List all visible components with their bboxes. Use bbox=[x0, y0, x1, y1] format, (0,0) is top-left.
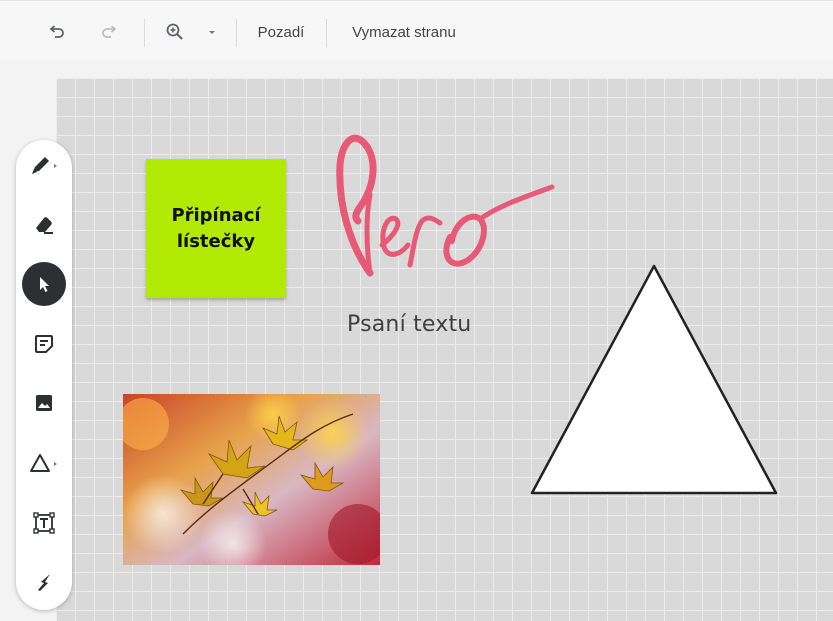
redo-icon bbox=[102, 25, 117, 38]
pen-tool[interactable] bbox=[22, 143, 66, 187]
sticky-note[interactable]: Připínací lístečky bbox=[146, 159, 286, 298]
zoom-in-icon bbox=[166, 23, 183, 40]
redo-button[interactable] bbox=[92, 15, 126, 49]
shape-tool[interactable] bbox=[22, 441, 66, 485]
text-box-tool[interactable] bbox=[22, 501, 66, 545]
tool-palette bbox=[16, 140, 72, 610]
eraser-tool[interactable] bbox=[22, 203, 66, 247]
image-tool[interactable] bbox=[22, 381, 66, 425]
laser-tool[interactable] bbox=[22, 560, 66, 604]
eraser-icon bbox=[36, 217, 53, 234]
laser-icon bbox=[38, 574, 50, 591]
sticky-note-line-1: Připínací bbox=[171, 204, 261, 226]
handwriting-pen-stroke[interactable] bbox=[330, 125, 560, 280]
toolbar-divider bbox=[326, 19, 327, 47]
zoom-button[interactable] bbox=[160, 15, 190, 49]
caret-down-icon bbox=[209, 31, 215, 34]
text-box-icon bbox=[33, 512, 55, 534]
toolbar-divider bbox=[144, 19, 145, 47]
toolbar-divider bbox=[236, 19, 237, 47]
text-object[interactable]: Psaní textu bbox=[347, 312, 471, 337]
cursor-arrow-icon bbox=[40, 277, 49, 292]
pen-icon bbox=[32, 157, 57, 174]
autumn-leaves-image[interactable] bbox=[123, 394, 380, 565]
sticky-note-tool[interactable] bbox=[22, 322, 66, 366]
triangle-shape-icon bbox=[30, 454, 57, 472]
triangle-shape[interactable] bbox=[528, 262, 780, 498]
zoom-dropdown-button[interactable] bbox=[202, 15, 222, 49]
undo-button[interactable] bbox=[40, 15, 74, 49]
sticky-note-icon bbox=[35, 335, 53, 353]
background-button[interactable]: Pozadí bbox=[250, 15, 312, 49]
sticky-note-line-2: lístečky bbox=[176, 230, 256, 252]
undo-icon bbox=[49, 25, 64, 38]
top-toolbar: Pozadí Vymazat stranu bbox=[0, 0, 833, 60]
clear-page-button[interactable]: Vymazat stranu bbox=[340, 15, 468, 49]
image-icon bbox=[36, 395, 52, 411]
select-tool[interactable] bbox=[22, 262, 66, 306]
